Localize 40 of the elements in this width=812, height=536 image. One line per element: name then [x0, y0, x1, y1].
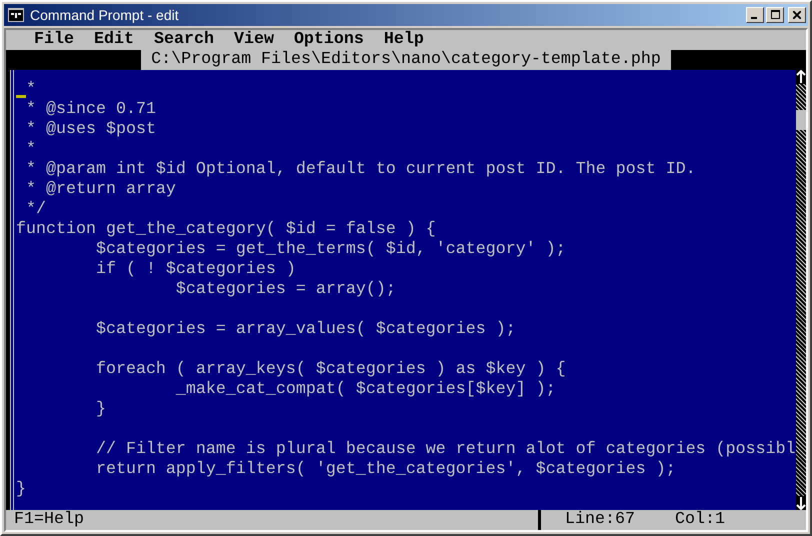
menu-item[interactable]: File: [24, 30, 84, 50]
menu-item[interactable]: Edit: [84, 30, 144, 50]
code-line: }: [94, 400, 106, 419]
menu-item[interactable]: Help: [374, 30, 434, 50]
scroll-up-icon[interactable]: [796, 70, 806, 84]
menu-item[interactable]: View: [224, 30, 284, 50]
code-line: }: [16, 480, 26, 499]
menu-item[interactable]: Options: [284, 30, 374, 50]
scroll-down-icon[interactable]: [796, 496, 806, 510]
line-number: Line:67: [565, 510, 636, 530]
code-line: if ( ! $categories ): [94, 260, 296, 279]
code-line: _make_cat_compat( $categories[$key] );: [174, 380, 556, 399]
code-line: function get_the_category( $id = false ) {: [16, 220, 436, 239]
code-line: foreach ( array_keys( $categories ) as $key ) {: [94, 360, 566, 379]
minimize-button[interactable]: [746, 7, 764, 23]
maximize-icon: [770, 10, 780, 19]
code-line: * @param int $id Optional, default to current post ID. The post ID.: [24, 160, 696, 179]
console-icon: [8, 8, 24, 22]
scrollbar[interactable]: [796, 70, 806, 510]
code-line: $categories = array();: [174, 280, 396, 299]
file-path: C:\Program Files\Editors\nano\category-template.php: [141, 50, 671, 70]
help-hint: F1=Help: [6, 510, 541, 530]
code-line: * @since 0.71: [24, 100, 156, 119]
code-line: $categories = get_the_terms( $id, 'category' );: [94, 240, 566, 259]
code-line: $categories = array_values( $categories );: [94, 320, 516, 339]
code-line: // Filter name is plural because we return alot of categories (possibl: [94, 440, 796, 459]
code-line: * @return array: [24, 180, 176, 199]
maximize-button[interactable]: [766, 7, 784, 23]
code-editor[interactable]: [10, 70, 796, 510]
code-line: return apply_filters( 'get_the_categories', $categories );: [94, 460, 676, 479]
scroll-thumb[interactable]: [796, 110, 806, 130]
window-title: Command Prompt - edit: [30, 7, 180, 23]
code-line: *: [24, 140, 36, 159]
close-icon: [793, 11, 801, 19]
close-button[interactable]: [788, 7, 806, 23]
code-line: */: [24, 200, 46, 219]
code-line: * @uses $post: [24, 120, 156, 139]
menu-item[interactable]: Search: [144, 30, 224, 50]
column-number: Col:1: [675, 510, 725, 530]
code-line: *: [24, 80, 36, 99]
